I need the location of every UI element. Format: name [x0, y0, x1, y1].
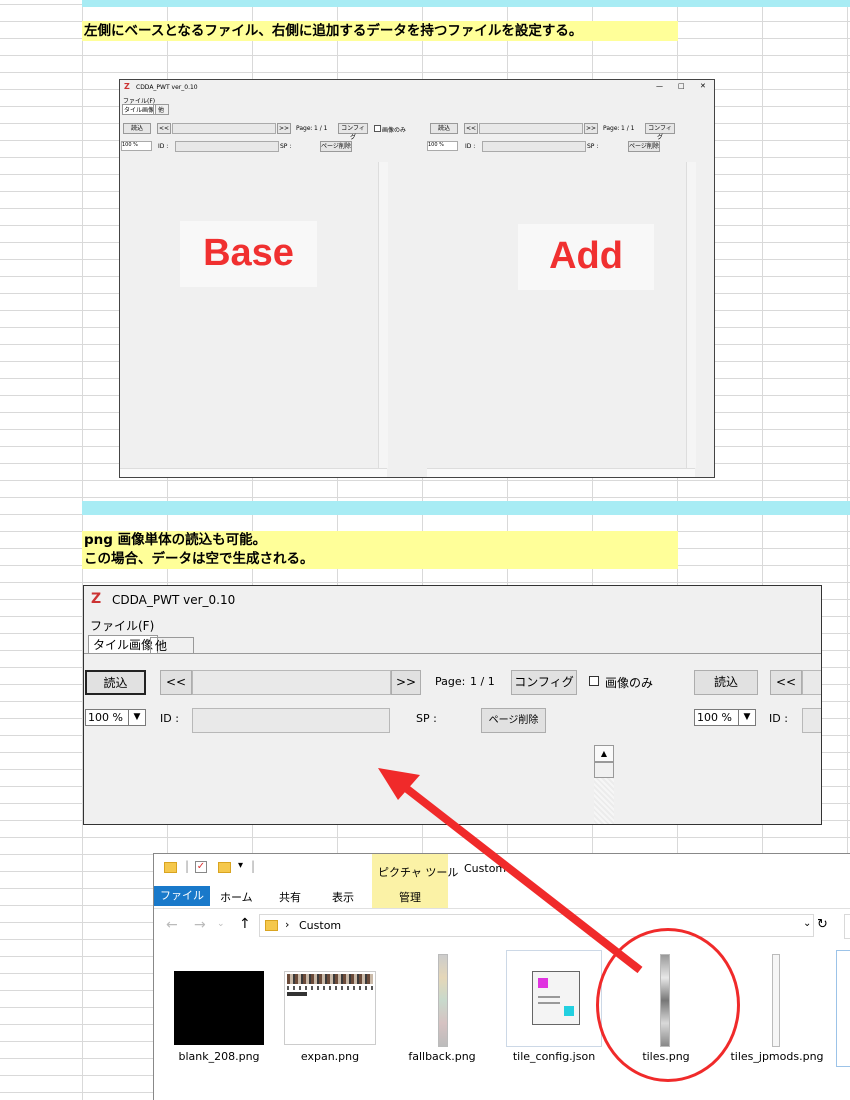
- annotation-overlay: [378, 768, 643, 974]
- annotation-arrow-line: [399, 781, 643, 974]
- annotation-circle: [596, 928, 740, 1082]
